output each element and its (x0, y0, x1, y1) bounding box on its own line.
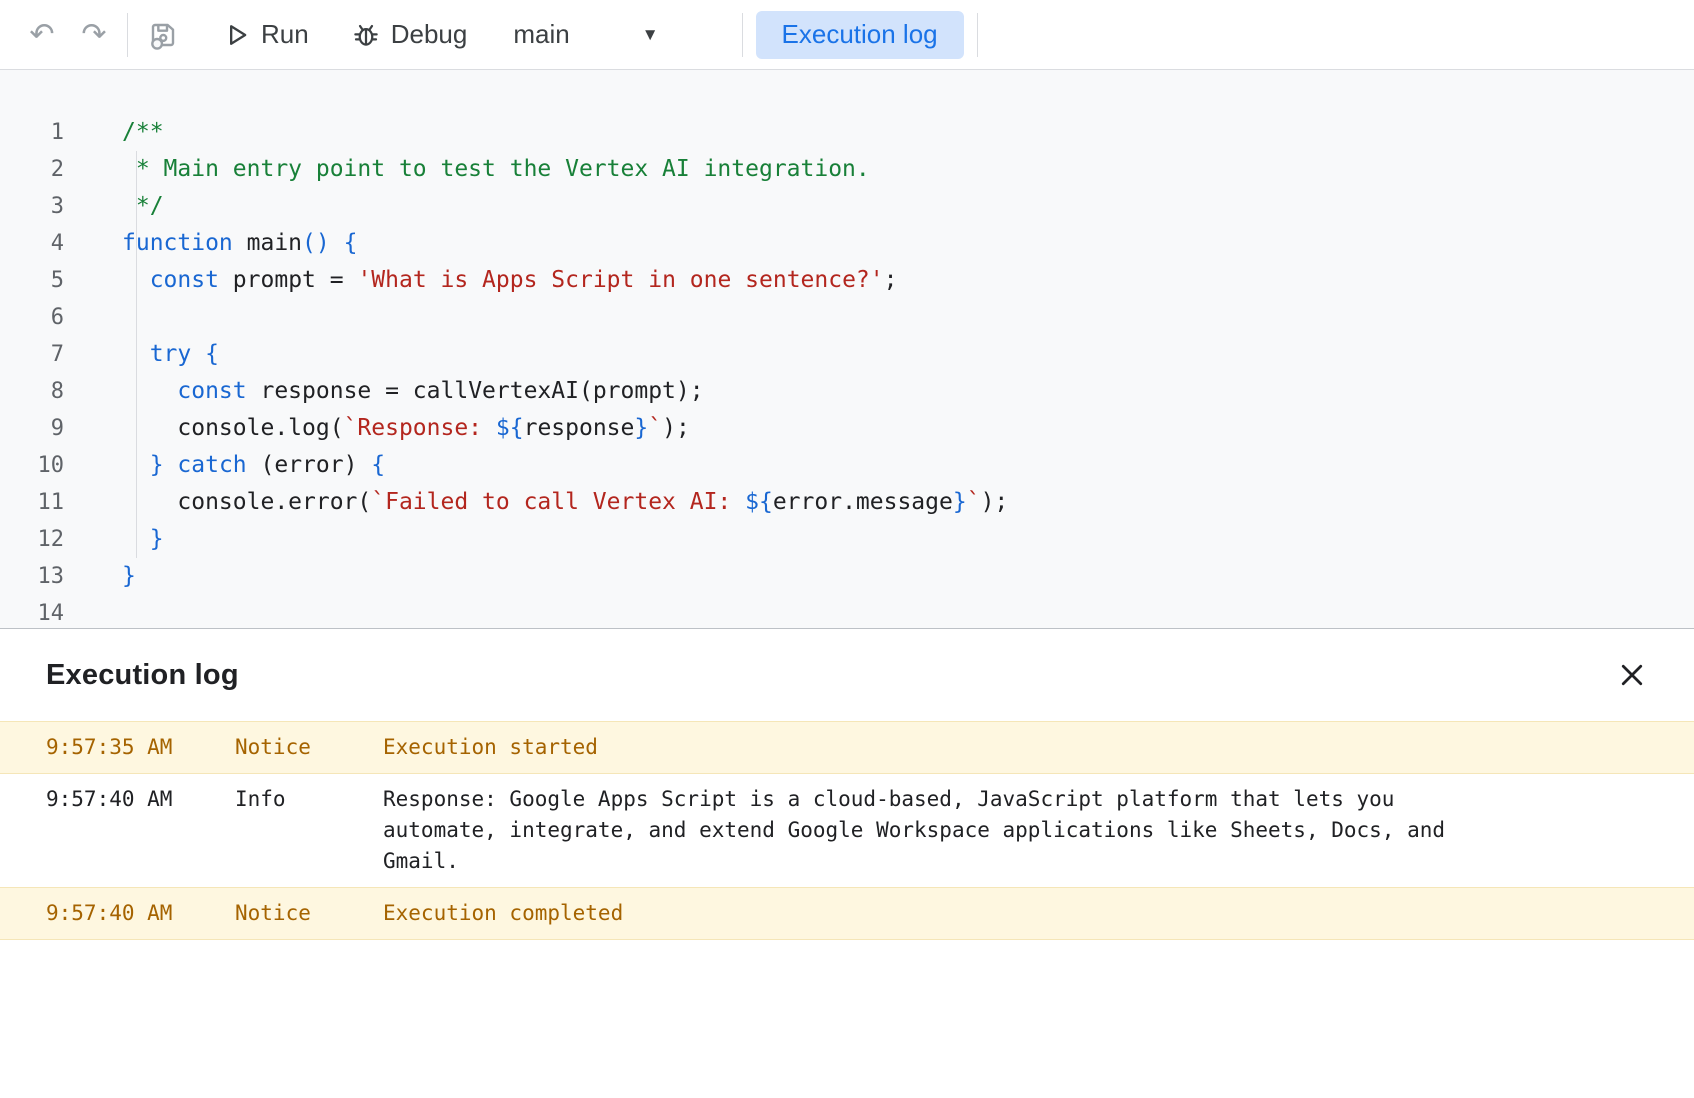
code-line[interactable]: 8 const response = callVertexAI(prompt); (0, 373, 1694, 410)
close-button[interactable] (1610, 653, 1654, 697)
toolbar-divider (742, 13, 743, 57)
line-number: 2 (0, 151, 64, 188)
log-entry-message: Response: Google Apps Script is a cloud-… (383, 784, 1448, 877)
code-line-text: const prompt = 'What is Apps Script in o… (122, 262, 898, 299)
line-number: 4 (0, 225, 64, 262)
line-number: 8 (0, 373, 64, 410)
log-entry-level: Notice (235, 732, 383, 763)
line-number: 10 (0, 447, 64, 484)
code-line[interactable]: 6 (0, 299, 1694, 336)
log-entry-time: 9:57:40 AM (46, 784, 235, 877)
redo-button[interactable]: ↷ (74, 15, 114, 55)
log-entry: 9:57:35 AMNoticeExecution started (0, 721, 1694, 774)
code-line[interactable]: 3 */ (0, 188, 1694, 225)
log-entry-level: Info (235, 784, 383, 877)
code-line[interactable]: 10 } catch (error) { (0, 447, 1694, 484)
code-line-text: console.log(`Response: ${response}`); (122, 410, 690, 447)
execution-log-panel: Execution log 9:57:35 AMNoticeExecution … (0, 628, 1694, 1098)
line-number: 1 (0, 114, 64, 151)
chevron-down-icon: ▼ (642, 25, 659, 45)
code-line-text: console.error(`Failed to call Vertex AI:… (122, 484, 1008, 521)
code-line-text: } (122, 521, 164, 558)
code-line[interactable]: 5 const prompt = 'What is Apps Script in… (0, 262, 1694, 299)
code-line[interactable]: 2 * Main entry point to test the Vertex … (0, 151, 1694, 188)
code-line-text: } (122, 558, 136, 595)
code-line-text: */ (122, 188, 164, 225)
line-number: 7 (0, 336, 64, 373)
code-line-text: const response = callVertexAI(prompt); (122, 373, 704, 410)
redo-icon: ↷ (81, 20, 106, 50)
play-icon (223, 21, 251, 49)
code-line[interactable]: 14 (0, 595, 1694, 628)
apps-script-editor: ↶ ↷ Run Debug (0, 0, 1694, 1098)
toolbar: ↶ ↷ Run Debug (0, 0, 1694, 70)
code-editor[interactable]: 1/**2 * Main entry point to test the Ver… (0, 70, 1694, 628)
toolbar-divider (977, 13, 978, 57)
debug-label: Debug (391, 19, 468, 50)
code-line-text: * Main entry point to test the Vertex AI… (122, 151, 870, 188)
debug-button[interactable]: Debug (339, 11, 480, 59)
line-number: 3 (0, 188, 64, 225)
log-entry-time: 9:57:40 AM (46, 898, 235, 929)
indent-guide (136, 151, 137, 558)
code-line[interactable]: 7 try { (0, 336, 1694, 373)
execution-log-title: Execution log (46, 659, 239, 692)
log-entry: 9:57:40 AMNoticeExecution completed (0, 887, 1694, 940)
code-line[interactable]: 11 console.error(`Failed to call Vertex … (0, 484, 1694, 521)
code-line[interactable]: 9 console.log(`Response: ${response}`); (0, 410, 1694, 447)
line-number: 13 (0, 558, 64, 595)
log-entry-message: Execution started (383, 732, 598, 763)
code-line[interactable]: 1 /** (0, 114, 1694, 151)
line-number: 14 (0, 595, 64, 628)
code-line[interactable]: 12 } (0, 521, 1694, 558)
undo-button[interactable]: ↶ (22, 15, 62, 55)
close-icon (1617, 660, 1647, 690)
code-line-text: function main() { (122, 225, 357, 262)
debug-bug-icon (351, 20, 381, 50)
code-line[interactable]: 13} (0, 558, 1694, 595)
log-entry-level: Notice (235, 898, 383, 929)
line-number: 12 (0, 521, 64, 558)
log-entry: 9:57:40 AMInfoResponse: Google Apps Scri… (0, 774, 1694, 887)
undo-icon: ↶ (29, 20, 54, 50)
run-label: Run (261, 19, 309, 50)
code-line-text: } catch (error) { (122, 447, 385, 484)
code-lines: 1/**2 * Main entry point to test the Ver… (0, 114, 1694, 628)
execution-log-header: Execution log (0, 629, 1694, 721)
log-entry-message: Execution completed (383, 898, 623, 929)
line-number: 5 (0, 262, 64, 299)
line-number: 6 (0, 299, 64, 336)
save-project-button[interactable] (143, 15, 183, 55)
code-line[interactable]: 4 function main() { (0, 225, 1694, 262)
function-selector[interactable]: main ▼ (501, 11, 670, 59)
save-icon (147, 19, 179, 51)
execution-log-button[interactable]: Execution log (756, 11, 964, 59)
toolbar-divider (127, 13, 128, 57)
line-number: 9 (0, 410, 64, 447)
run-button[interactable]: Run (211, 11, 321, 59)
line-number: 11 (0, 484, 64, 521)
function-selector-value: main (513, 19, 569, 50)
code-line-text: /** (122, 114, 164, 151)
log-entry-time: 9:57:35 AM (46, 732, 235, 763)
log-entries: 9:57:35 AMNoticeExecution started9:57:40… (0, 721, 1694, 940)
